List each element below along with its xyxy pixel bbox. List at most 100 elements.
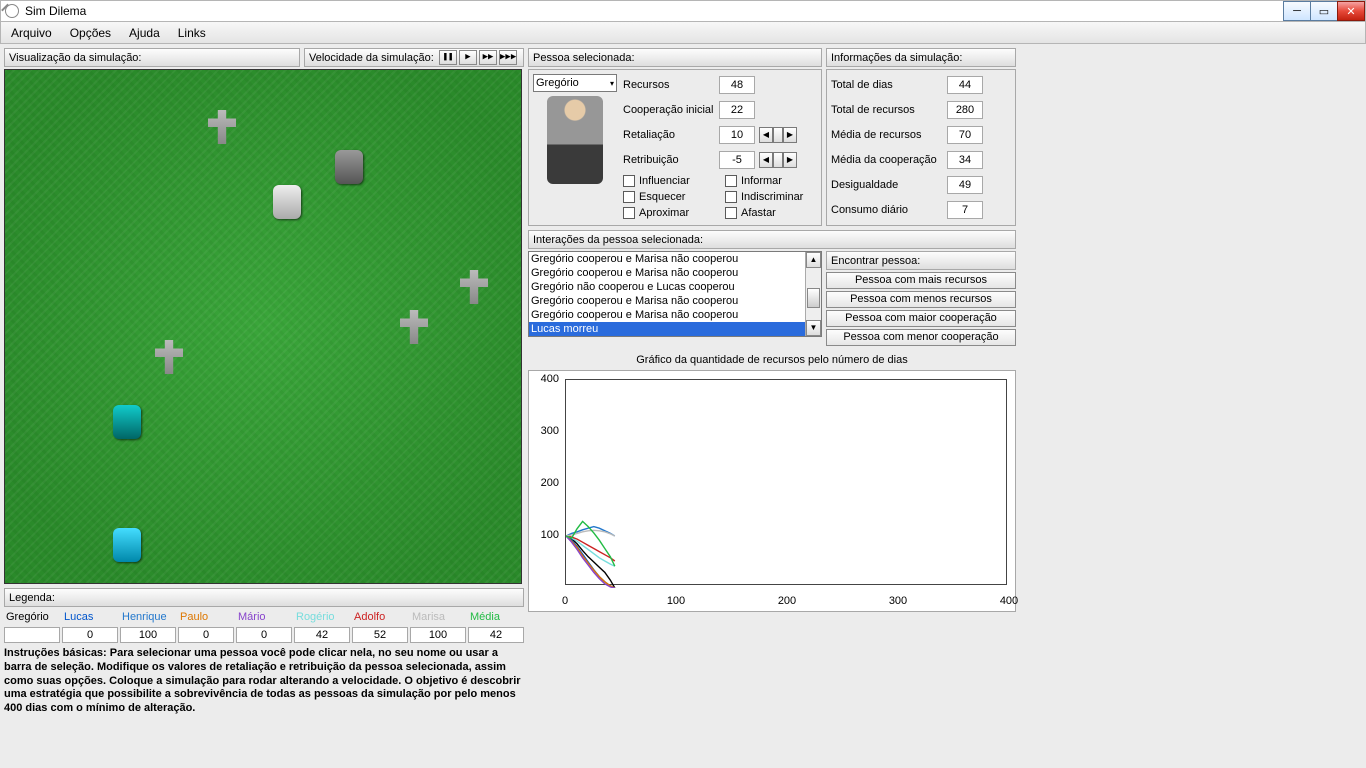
menu-opcoes[interactable]: Opções (70, 26, 111, 40)
find-least-coop-button[interactable]: Pessoa com menor cooperação (826, 329, 1016, 346)
chart-ytick: 200 (535, 477, 559, 489)
menu-links[interactable]: Links (178, 26, 206, 40)
legend-name[interactable]: Marisa (410, 609, 466, 625)
retaliacao-dec[interactable]: ◀ (759, 127, 773, 143)
menubar: Arquivo Opções Ajuda Links (0, 22, 1366, 44)
legend-value: 0 (178, 627, 234, 643)
window-title: Sim Dilema (25, 4, 86, 18)
legend-value: 0 (236, 627, 292, 643)
speed-play-button[interactable]: ▶ (459, 50, 477, 65)
find-least-resources-button[interactable]: Pessoa com menos recursos (826, 291, 1016, 308)
chk-esquecer[interactable]: Esquecer (623, 191, 715, 203)
retaliacao-inc[interactable]: ▶ (783, 127, 797, 143)
interactions-label: Interações da pessoa selecionada: (528, 230, 1016, 249)
menu-arquivo[interactable]: Arquivo (11, 26, 52, 40)
chart-xtick: 400 (994, 595, 1024, 607)
consumo-value: 7 (947, 201, 983, 219)
legend-name[interactable]: Henrique (120, 609, 176, 625)
legend-name[interactable]: Adolfo (352, 609, 408, 625)
find-most-coop-button[interactable]: Pessoa com maior cooperação (826, 310, 1016, 327)
chart-ytick: 300 (535, 425, 559, 437)
interaction-row[interactable]: Gregório cooperou e Marisa não cooperou (529, 294, 805, 308)
person-sprite[interactable] (335, 150, 363, 184)
total-recursos-value: 280 (947, 101, 983, 119)
close-button[interactable]: ✕ (1337, 1, 1365, 21)
legend-name[interactable]: Gregório (4, 609, 60, 625)
scroll-thumb[interactable] (807, 288, 820, 308)
interactions-scrollbar[interactable]: ▲ ▼ (805, 252, 821, 336)
sim-stats-panel: Total de dias 44 Total de recursos 280 M… (826, 69, 1016, 226)
legend-name[interactable]: Mário (236, 609, 292, 625)
find-most-resources-button[interactable]: Pessoa com mais recursos (826, 272, 1016, 289)
retaliacao-value[interactable]: 10 (719, 126, 755, 144)
retribuicao-inc[interactable]: ▶ (783, 152, 797, 168)
legend-value: 42 (294, 627, 350, 643)
chevron-down-icon: ▾ (610, 79, 614, 88)
retribuicao-dec[interactable]: ◀ (759, 152, 773, 168)
person-avatar (547, 96, 603, 184)
consumo-label: Consumo diário (831, 204, 941, 216)
legend-value: 52 (352, 627, 408, 643)
chk-aproximar[interactable]: Aproximar (623, 207, 715, 219)
chk-informar[interactable]: Informar (725, 175, 817, 187)
chk-influenciar[interactable]: Influenciar (623, 175, 715, 187)
person-select[interactable]: Gregório ▾ (533, 74, 617, 92)
legend-value: 42 (468, 627, 524, 643)
legend-label: Legenda: (4, 588, 524, 607)
window-controls: ─ ▭ ✕ (1284, 1, 1365, 21)
interaction-row[interactable]: Gregório não cooperou e Lucas cooperou (529, 280, 805, 294)
speed-fast-button[interactable]: ▶▶ (479, 50, 497, 65)
retaliacao-label: Retaliação (623, 129, 715, 141)
media-recursos-value: 70 (947, 126, 983, 144)
resources-chart: 1002003004000100200300400 (528, 370, 1016, 612)
interactions-list[interactable]: Gregório cooperou e Marisa não cooperouG… (528, 251, 822, 337)
sim-speed-label: Velocidade da simulação: (309, 52, 434, 64)
total-dias-label: Total de dias (831, 79, 941, 91)
legend-value: 0 (62, 627, 118, 643)
coop-inicial-label: Cooperação inicial (623, 104, 715, 116)
retaliacao-track[interactable] (773, 127, 783, 143)
menu-ajuda[interactable]: Ajuda (129, 26, 160, 40)
maximize-button[interactable]: ▭ (1310, 1, 1338, 21)
scroll-up-icon[interactable]: ▲ (806, 252, 821, 268)
chart-ytick: 400 (535, 373, 559, 385)
legend-name[interactable]: Paulo (178, 609, 234, 625)
instructions-text: Instruções básicas: Para selecionar uma … (4, 647, 524, 716)
chart-xtick: 100 (661, 595, 691, 607)
interaction-row[interactable]: Gregório cooperou e Marisa não cooperou (529, 252, 805, 266)
person-panel: Gregório ▾ Recursos 48 Cooperação inicia… (528, 69, 822, 226)
retribuicao-value[interactable]: -5 (719, 151, 755, 169)
interaction-row[interactable]: Lucas morreu (529, 322, 805, 336)
simulation-canvas[interactable] (4, 69, 522, 584)
media-coop-value: 34 (947, 151, 983, 169)
person-sprite[interactable] (273, 185, 301, 219)
sim-speed-panel: Velocidade da simulação: ❚❚ ▶ ▶▶ ▶▶▶ (304, 48, 524, 67)
legend-value (4, 627, 60, 643)
chk-afastar[interactable]: Afastar (725, 207, 817, 219)
legend-name[interactable]: Rogério (294, 609, 350, 625)
speed-pause-button[interactable]: ❚❚ (439, 50, 457, 65)
total-dias-value: 44 (947, 76, 983, 94)
legend-name[interactable]: Média (468, 609, 524, 625)
recursos-label: Recursos (623, 79, 715, 91)
legend-name[interactable]: Lucas (62, 609, 118, 625)
interaction-row[interactable]: Gregório cooperou e Marisa não cooperou (529, 266, 805, 280)
retribuicao-track[interactable] (773, 152, 783, 168)
desigualdade-value: 49 (947, 176, 983, 194)
legend-value: 100 (410, 627, 466, 643)
chk-indiscriminar[interactable]: Indiscriminar (725, 191, 817, 203)
app-icon (5, 4, 19, 18)
legend-table: Gregório Lucas Henrique Paulo Mário Rogé… (4, 609, 524, 643)
person-select-value: Gregório (536, 77, 579, 89)
person-sprite[interactable] (113, 528, 141, 562)
recursos-value: 48 (719, 76, 755, 94)
speed-faster-button[interactable]: ▶▶▶ (499, 50, 517, 65)
chart-title: Gráfico da quantidade de recursos pelo n… (528, 354, 1016, 366)
media-coop-label: Média da cooperação (831, 154, 941, 166)
chart-xtick: 0 (550, 595, 580, 607)
desigualdade-label: Desigualdade (831, 179, 941, 191)
interaction-row[interactable]: Gregório cooperou e Marisa não cooperou (529, 308, 805, 322)
scroll-down-icon[interactable]: ▼ (806, 320, 821, 336)
person-sprite[interactable] (113, 405, 141, 439)
minimize-button[interactable]: ─ (1283, 1, 1311, 21)
